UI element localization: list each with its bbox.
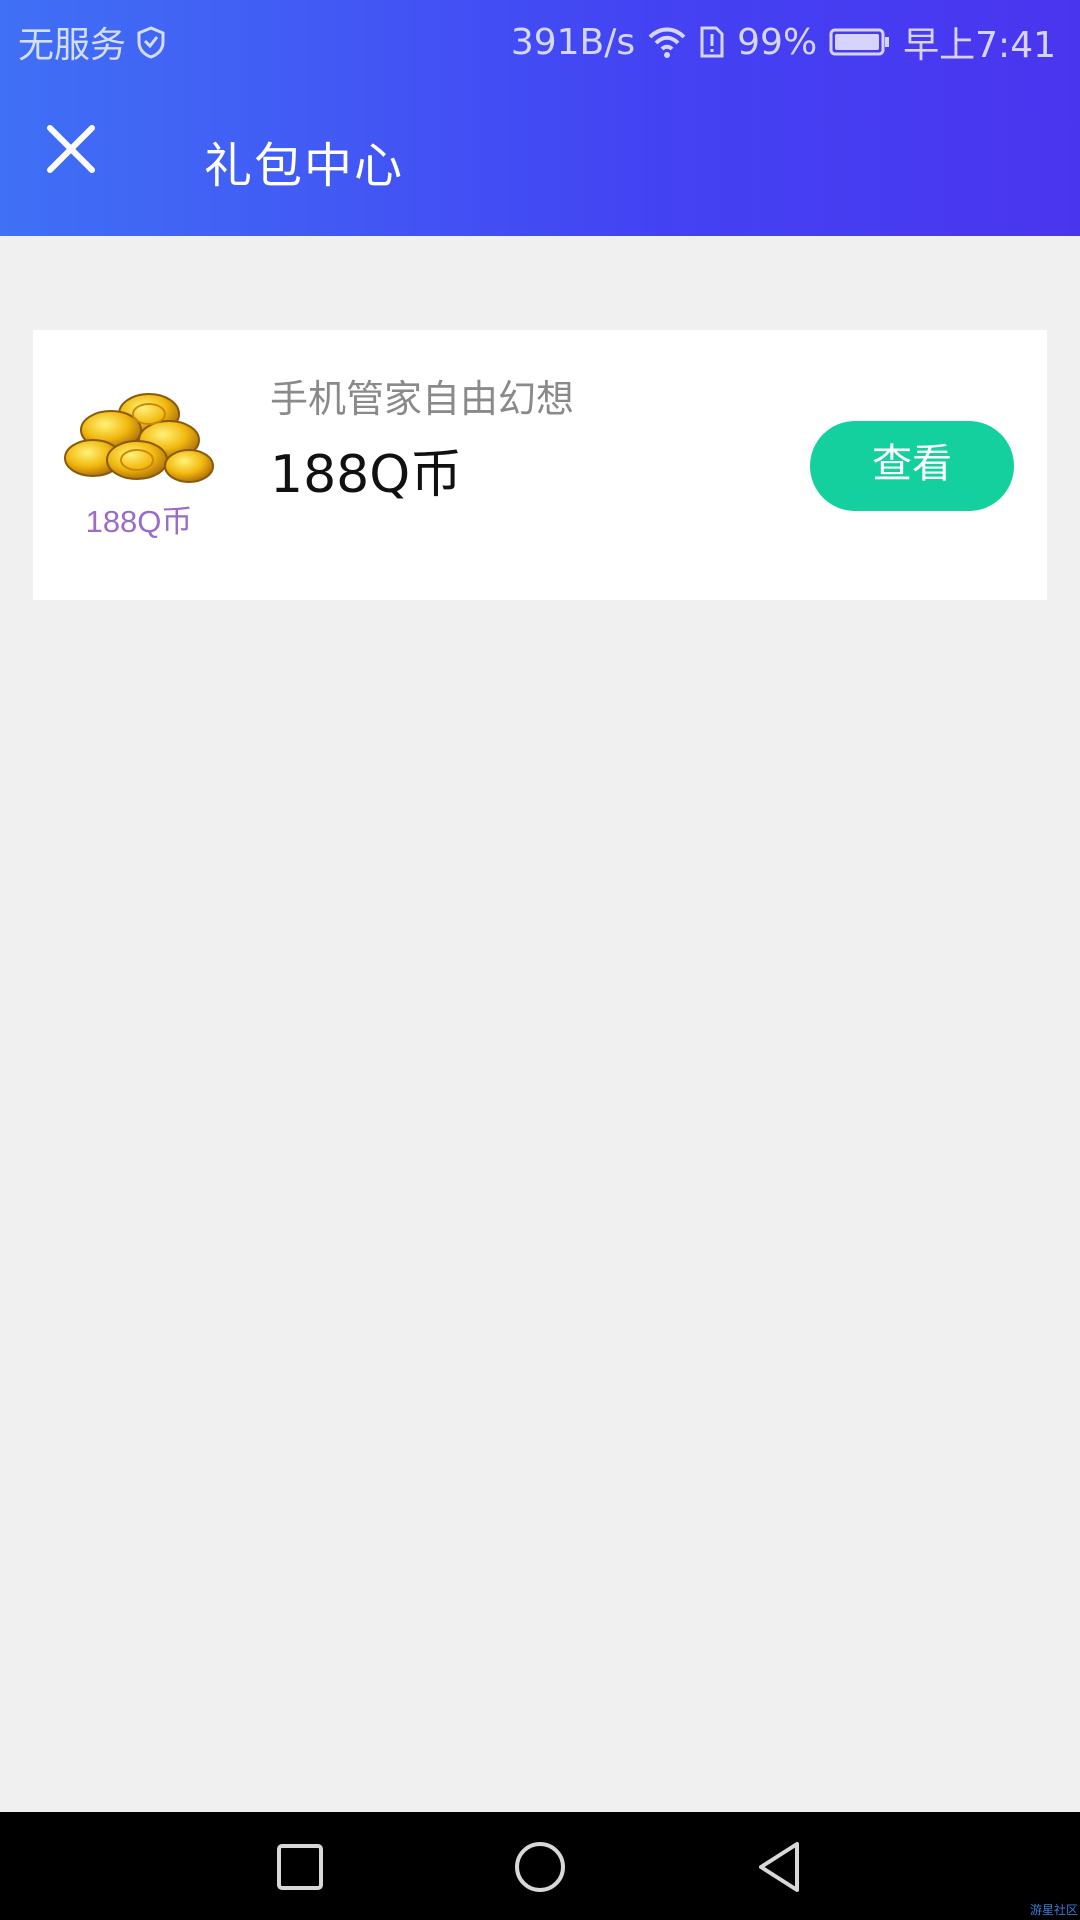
recent-apps-button[interactable]	[267, 1834, 333, 1900]
sim-alert-icon	[699, 25, 725, 59]
status-bar: 无服务 391B/s 99% 早上7:41	[0, 0, 1080, 76]
back-button[interactable]	[747, 1834, 813, 1900]
back-icon	[759, 1842, 799, 1892]
home-icon	[515, 1842, 565, 1892]
gift-image-label: 188Q币	[85, 504, 193, 539]
shield-icon	[136, 25, 166, 59]
navigation-bar: 游星社区	[0, 1812, 1080, 1920]
gift-source: 手机管家自由幻想	[270, 377, 575, 421]
page-title: 礼包中心	[204, 138, 405, 194]
gift-card: 188Q币 手机管家自由幻想 188Q币 查看	[33, 330, 1047, 600]
home-button[interactable]	[507, 1834, 573, 1900]
close-button[interactable]	[38, 116, 104, 182]
wifi-icon	[647, 25, 687, 59]
status-left: 无服务	[18, 16, 166, 68]
close-icon	[47, 125, 95, 173]
gift-name: 188Q币	[270, 445, 463, 505]
recent-apps-icon	[277, 1844, 323, 1890]
battery-icon	[829, 27, 891, 57]
battery-percent-text: 99%	[737, 21, 818, 63]
carrier-text: 无服务	[18, 25, 127, 66]
coins-icon	[64, 393, 214, 483]
status-right: 391B/s 99% 早上7:41	[511, 16, 1056, 68]
watermark: 游星社区	[1029, 1903, 1078, 1917]
app-header: 无服务 391B/s 99% 早上7:41 礼包中心	[0, 0, 1080, 236]
time-text: 早上7:41	[903, 25, 1056, 66]
view-button[interactable]: 查看	[810, 421, 1014, 511]
gift-image: 188Q币	[59, 380, 219, 560]
toolbar: 礼包中心	[0, 96, 1080, 216]
net-speed-text: 391B/s	[510, 21, 636, 63]
